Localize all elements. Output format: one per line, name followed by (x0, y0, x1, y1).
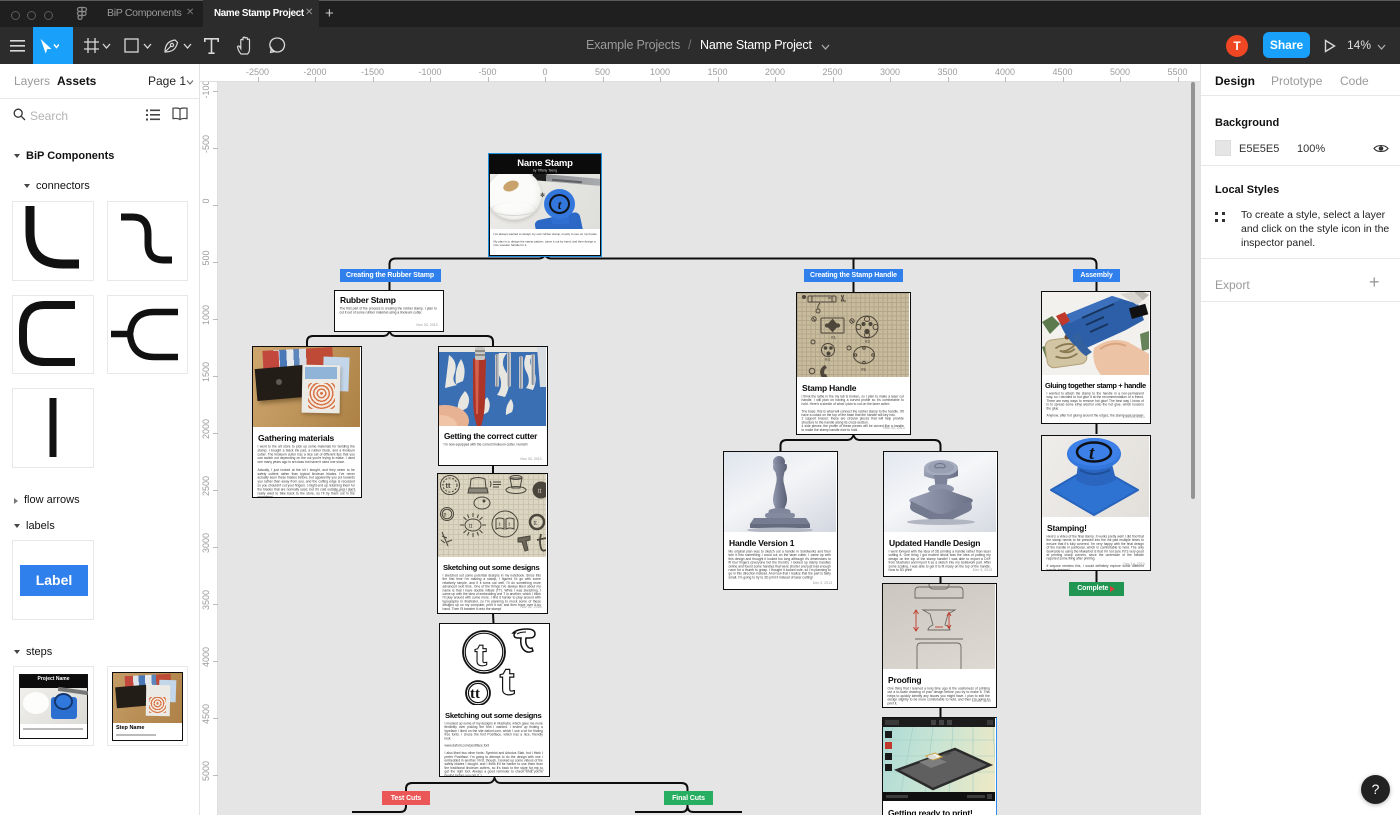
svg-text:#1: #1 (831, 335, 837, 340)
svg-text:tt: tt (470, 686, 480, 702)
svg-text:t: t (509, 522, 511, 528)
svg-text:tt: tt (469, 524, 473, 530)
svg-text:tt: tt (444, 513, 448, 519)
svg-text:t: t (475, 636, 487, 673)
svg-text:tt: tt (534, 521, 538, 527)
svg-text:t: t (1089, 443, 1095, 464)
svg-text:#2: #2 (865, 339, 871, 344)
svg-text:#5: #5 (861, 367, 867, 372)
svg-text:#4: #4 (825, 357, 831, 362)
svg-text:tt: tt (538, 489, 542, 495)
svg-text:tt: tt (446, 481, 451, 490)
svg-text:t: t (499, 522, 501, 528)
svg-text:t: t (500, 658, 514, 704)
